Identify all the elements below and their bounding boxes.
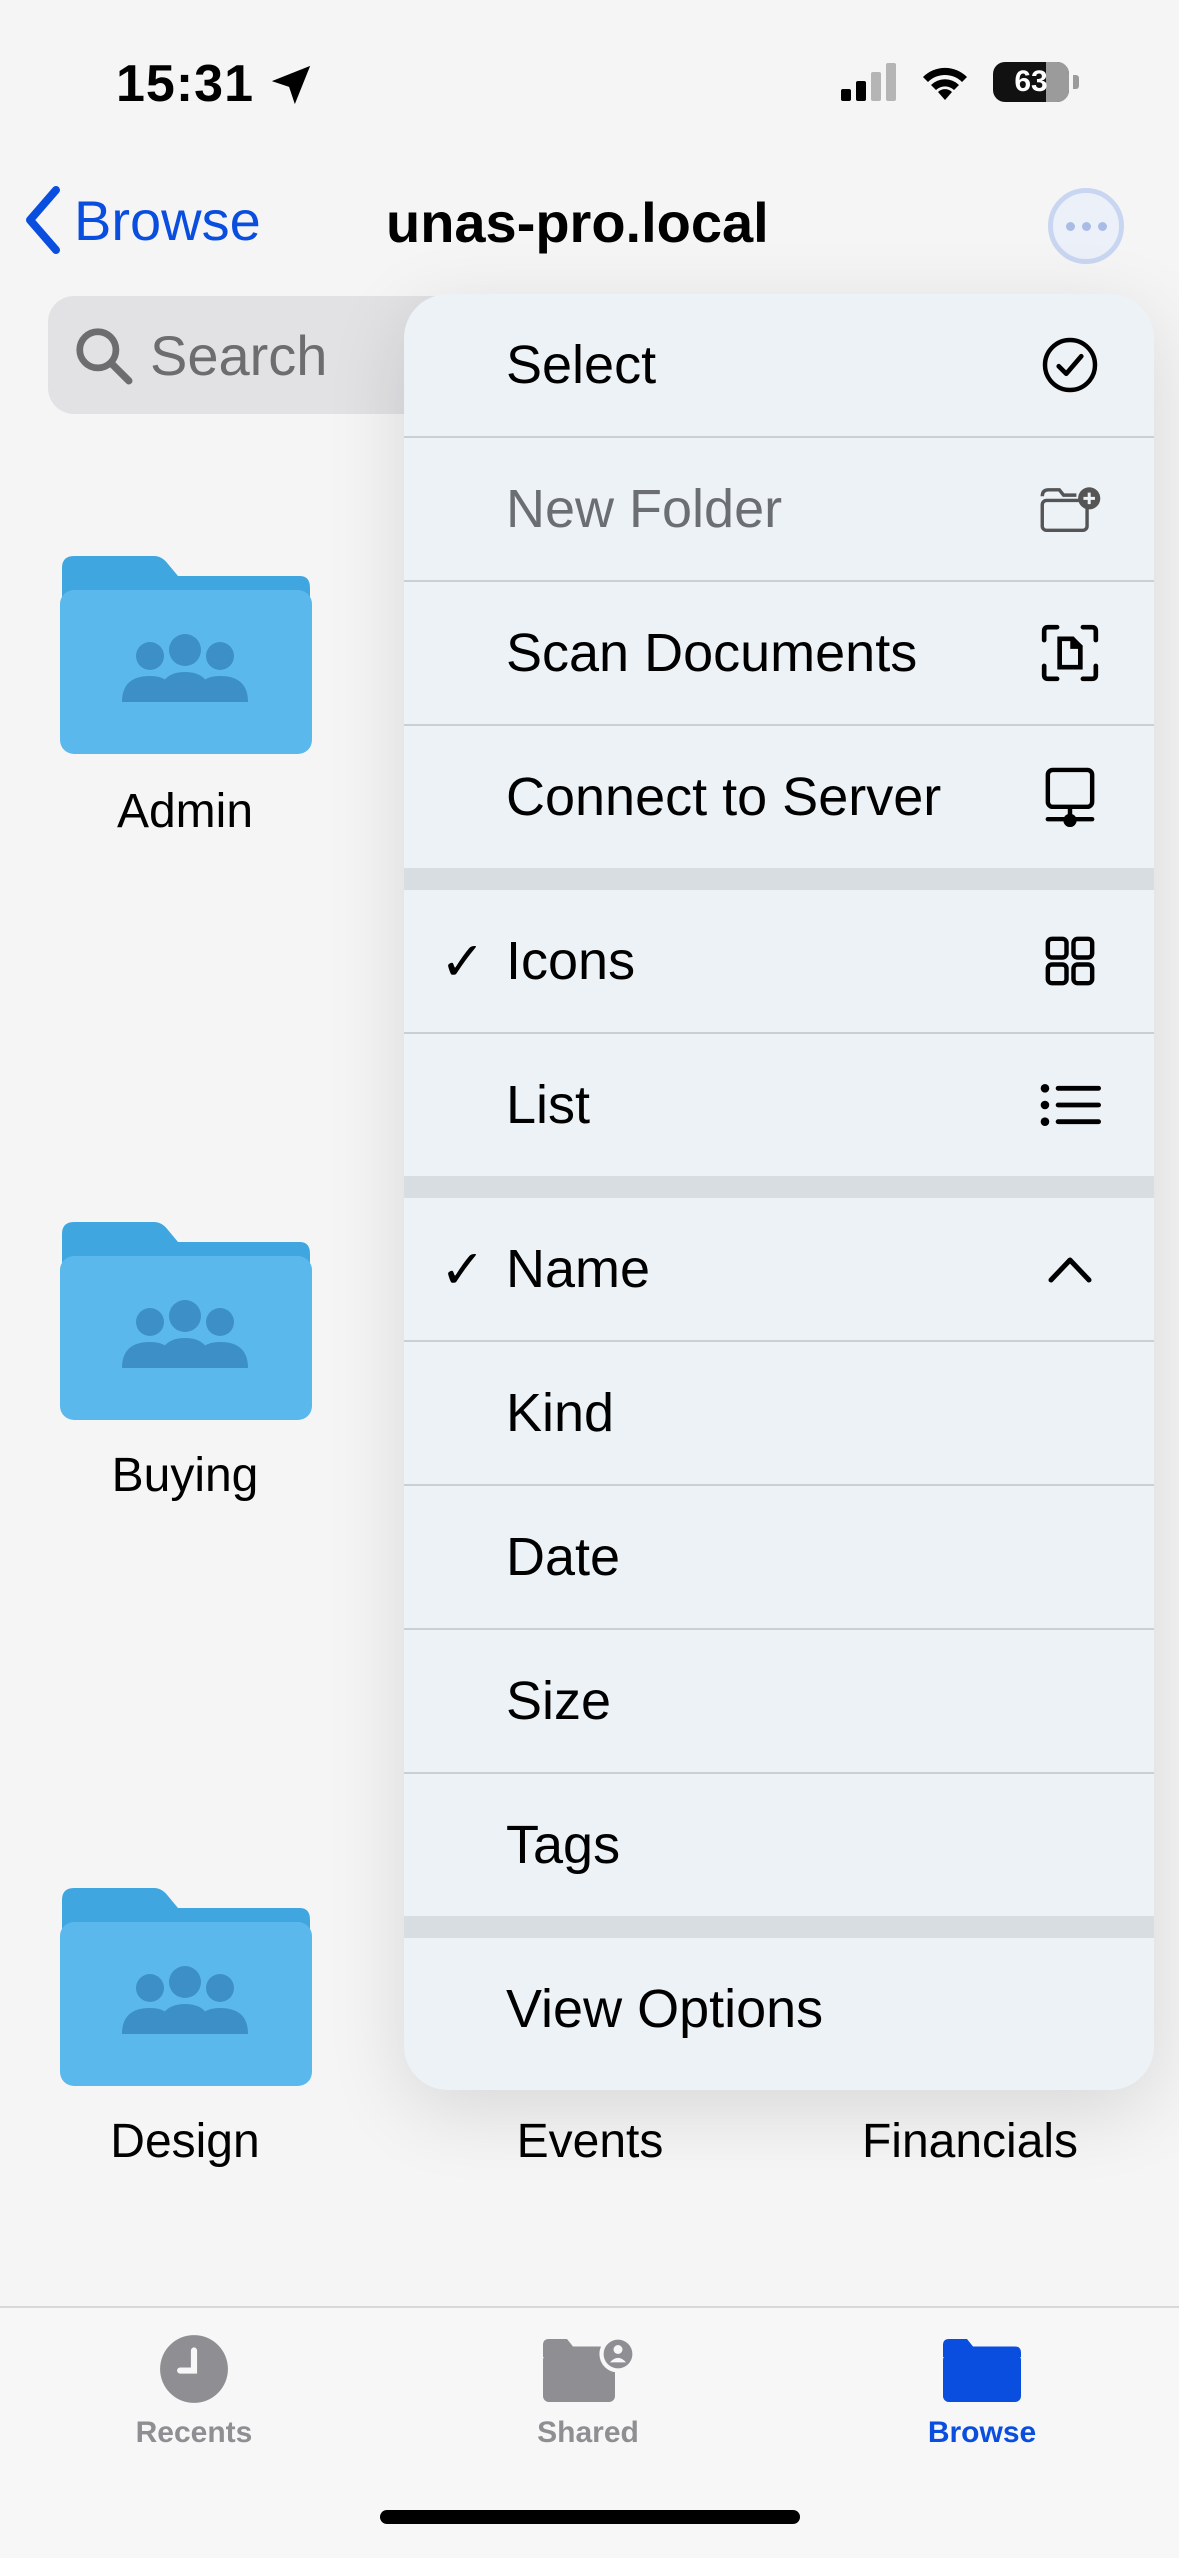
list-icon	[1038, 1073, 1102, 1137]
menu-item-label: Select	[506, 335, 657, 395]
menu-item-sort-tags[interactable]: Tags	[404, 1774, 1154, 1916]
section-gap	[404, 868, 1154, 890]
display-server-icon	[1038, 765, 1102, 829]
status-indicators: 63	[841, 62, 1079, 102]
menu-item-sort-kind[interactable]: Kind	[404, 1342, 1154, 1484]
menu-item-label: Connect to Server	[506, 767, 942, 827]
menu-item-scan-documents[interactable]: Scan Documents	[404, 582, 1154, 724]
checkmark-icon: ✓	[440, 1239, 486, 1300]
chevron-left-icon	[26, 186, 60, 254]
shared-folder-icon	[60, 556, 312, 754]
grid-icon	[1038, 929, 1102, 993]
checkmark-icon: ✓	[440, 931, 486, 992]
folder-events[interactable]: Events	[440, 2114, 740, 2169]
folder-badge-plus-icon	[1038, 477, 1102, 541]
back-button[interactable]: Browse	[24, 186, 261, 254]
menu-item-label: Date	[506, 1527, 621, 1587]
menu-item-label: Kind	[506, 1383, 615, 1443]
menu-item-label: Scan Documents	[506, 623, 918, 683]
menu-item-view-options[interactable]: View Options	[404, 1938, 1154, 2080]
page-title: unas-pro.local	[386, 191, 769, 254]
tab-recents[interactable]: Recents	[74, 2332, 314, 2450]
battery-tip	[1073, 75, 1079, 89]
wifi-icon	[923, 67, 967, 100]
menu-item-label: List	[506, 1075, 591, 1135]
menu-item-label: Tags	[506, 1815, 621, 1875]
menu-item-select[interactable]: Select	[404, 294, 1154, 436]
search-icon	[76, 328, 133, 385]
battery-icon: 63	[993, 62, 1069, 102]
menu-item-label: Size	[506, 1671, 612, 1731]
clock-icon	[160, 2335, 228, 2403]
checkmark-circle-icon	[1038, 333, 1102, 397]
folder-financials[interactable]: Financials	[820, 2114, 1120, 2169]
shared-folder-icon	[60, 1222, 312, 1420]
shared-folder-icon	[543, 2335, 636, 2402]
back-label: Browse	[74, 188, 261, 252]
search-placeholder: Search	[150, 323, 328, 387]
menu-item-label: Name	[506, 1239, 651, 1299]
menu-item-sort-name[interactable]: ✓ Name	[404, 1198, 1154, 1340]
chevron-up-icon	[1038, 1237, 1102, 1301]
location-arrow-icon	[271, 65, 311, 105]
section-gap	[404, 1176, 1154, 1198]
menu-item-sort-date[interactable]: Date	[404, 1486, 1154, 1628]
folder-label: Admin	[116, 785, 254, 838]
menu-item-label: New Folder	[506, 479, 783, 539]
home-indicator[interactable]	[380, 2510, 800, 2524]
tab-label: Recents	[135, 2416, 253, 2449]
tab-label: Shared	[537, 2416, 639, 2449]
folder-label: Buying	[111, 1449, 259, 1502]
context-menu: Select New Folder Scan Documents Connect…	[404, 294, 1154, 2090]
menu-item-label: View Options	[506, 1979, 824, 2039]
menu-item-label: Icons	[506, 931, 636, 991]
shared-folder-icon	[60, 1888, 312, 2086]
folder-buying[interactable]: Buying	[58, 1220, 312, 1502]
folder-label: Design	[110, 2115, 260, 2168]
doc-viewfinder-icon	[1038, 621, 1102, 685]
folder-design[interactable]: Design	[58, 1886, 312, 2168]
tab-browse[interactable]: Browse	[862, 2332, 1102, 2450]
menu-item-icons[interactable]: ✓ Icons	[404, 890, 1154, 1032]
menu-item-new-folder[interactable]: New Folder	[404, 438, 1154, 580]
tab-label: Browse	[927, 2416, 1037, 2449]
section-gap	[404, 1916, 1154, 1938]
folder-admin[interactable]: Admin	[58, 554, 312, 838]
menu-item-list[interactable]: List	[404, 1034, 1154, 1176]
tab-shared[interactable]: Shared	[468, 2332, 708, 2450]
menu-item-connect-to-server[interactable]: Connect to Server	[404, 726, 1154, 868]
folder-icon	[943, 2339, 1021, 2402]
status-time: 15:31	[116, 55, 254, 113]
more-options-button[interactable]	[1048, 188, 1124, 264]
menu-item-sort-size[interactable]: Size	[404, 1630, 1154, 1772]
cellular-signal-icon	[841, 63, 896, 101]
